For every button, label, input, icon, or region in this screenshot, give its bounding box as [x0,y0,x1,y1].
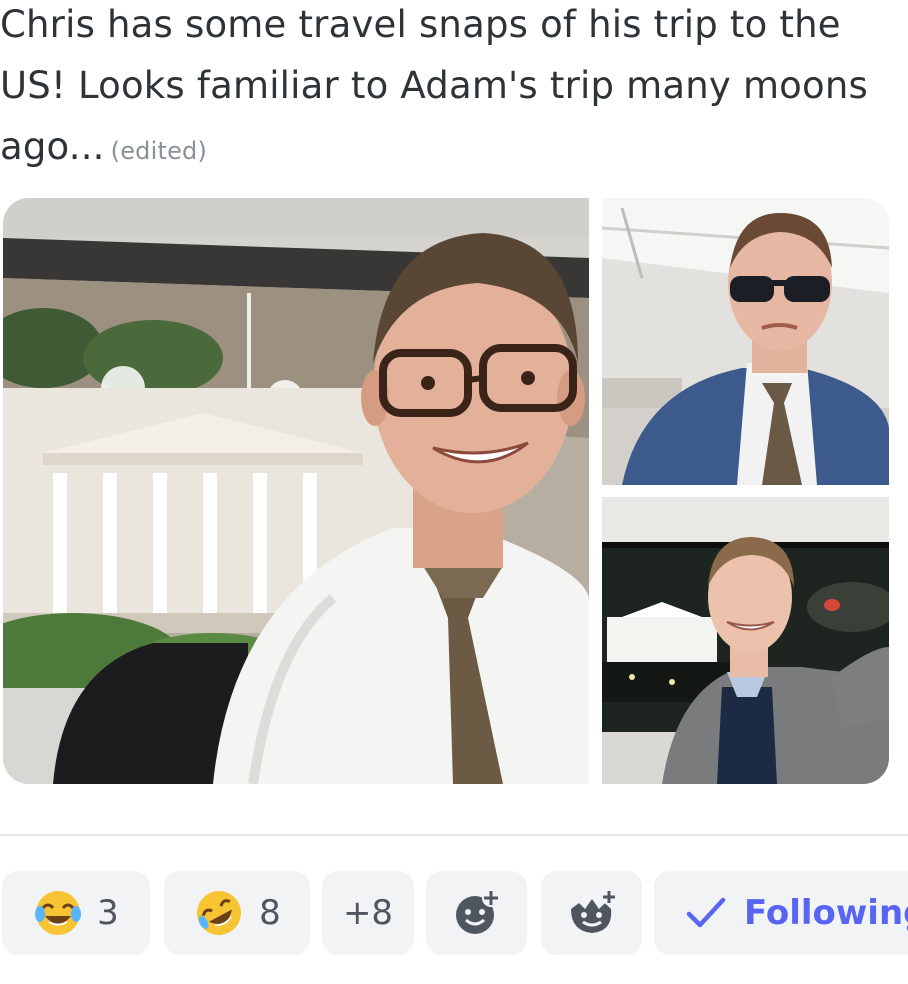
reaction-rofl[interactable]: 8 [164,871,310,955]
add-super-reaction-icon [565,887,619,939]
reaction-count: 3 [97,893,119,933]
rolling-on-floor-laughing-emoji [193,887,245,939]
more-reactions-button[interactable]: +8 [322,871,414,955]
add-super-reaction-button[interactable] [541,871,642,955]
attachment-image-bottom-right[interactable] [602,497,889,784]
photo-white-house-day-selfie [3,198,589,784]
checkmark-icon [686,896,726,930]
more-reactions-label: +8 [342,893,394,933]
divider [0,834,908,836]
face-with-tears-of-joy-emoji [33,888,83,938]
reaction-count: 8 [259,893,281,933]
following-label: Following [744,893,908,933]
photo-sunglasses-selfie [602,198,889,485]
reaction-tears-of-joy[interactable]: 3 [2,871,150,955]
attachment-image-main[interactable] [3,198,589,784]
edited-label: (edited) [110,137,208,165]
message-content: Chris has some travel snaps of his trip … [0,0,908,182]
add-reaction-icon [451,887,503,939]
attachment-image-top-right[interactable] [602,198,889,485]
photo-white-house-night-selfie [602,497,889,784]
add-reaction-button[interactable] [426,871,527,955]
following-button[interactable]: Following [654,871,908,955]
